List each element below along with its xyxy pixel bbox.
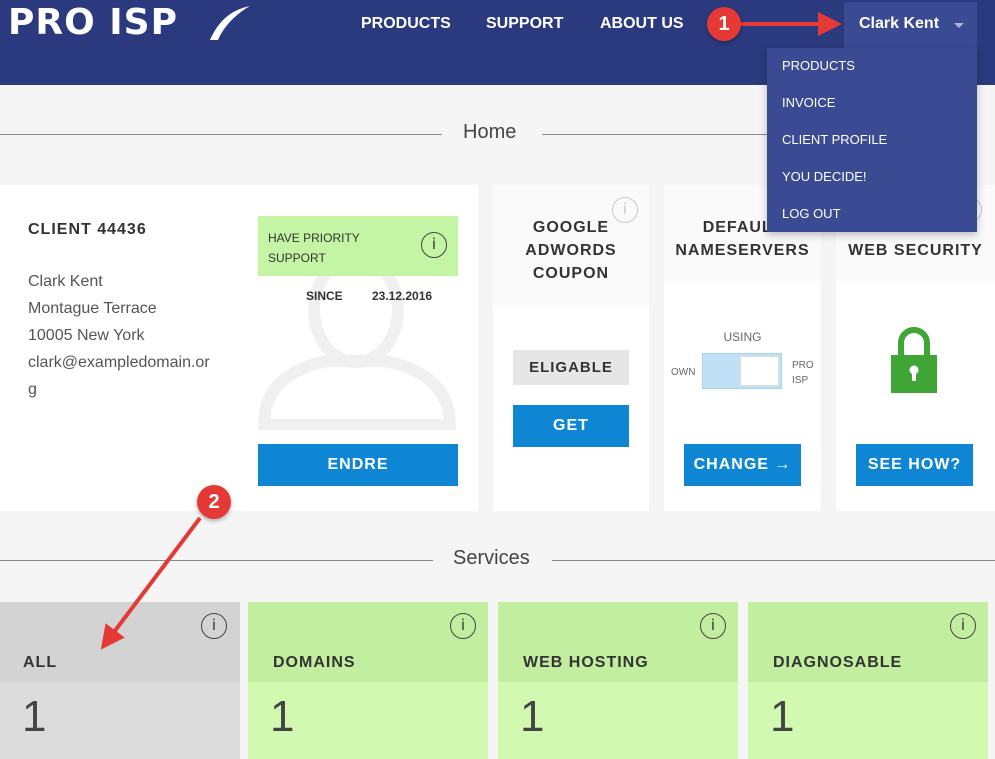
change-nameservers-button[interactable]: CHANGE → [684,444,801,486]
padlock-icon [891,327,937,393]
divider [0,560,433,561]
tile-label: DIAGNOSABLE [773,654,903,671]
client-card: CLIENT 44436 Clark Kent Montague Terrace… [0,185,478,511]
menu-item-client-profile[interactable]: CLIENT PROFILE [782,132,887,147]
annotation-badge-1: 1 [707,7,741,41]
section-title-services: Services [453,547,530,569]
since-date: 23.12.2016 [372,289,433,303]
pro-isp-label: PRO ISP [792,360,814,386]
nameservers-card: DEFAULT NAMESERVERS USING OWN PRO ISP CH… [664,185,821,511]
logo-swoosh-icon [210,6,250,40]
tile-count: 1 [520,692,545,741]
own-label: OWN [671,367,696,378]
service-tile-domains[interactable]: i DOMAINS 1 [248,602,488,759]
logo[interactable]: PRO ISP [8,2,178,43]
menu-item-products[interactable]: PRODUCTS [782,58,855,73]
eligible-status: ELIGABLE [513,350,629,385]
tile-count: 1 [770,692,795,741]
divider [0,134,442,135]
service-tile-web-hosting[interactable]: i WEB HOSTING 1 [498,602,738,759]
web-security-card: i IMPROVE WEB SECURITY SEE HOW? [836,185,995,511]
divider [552,560,995,561]
service-tile-diagnosable[interactable]: i DIAGNOSABLE 1 [748,602,988,759]
user-dropdown-menu: PRODUCTS INVOICE CLIENT PROFILE YOU DECI… [767,48,977,232]
priority-label-line1: HAVE PRIORITY [268,231,360,245]
user-menu-button[interactable]: Clark Kent [844,2,977,48]
using-label: USING [723,330,762,344]
client-name: Clark Kent [28,273,103,290]
client-email: clark@exampledomain.or [28,354,210,371]
client-street: Montague Terrace [28,300,157,317]
menu-item-log-out[interactable]: LOG OUT [782,206,841,221]
tile-count: 1 [22,692,47,741]
adwords-card: i GOOGLE ADWORDS COUPON ELIGABLE GET [493,185,649,511]
tile-label: WEB HOSTING [523,654,649,671]
edit-client-button[interactable]: ENDRE [258,444,458,486]
nameserver-toggle[interactable] [702,353,782,389]
priority-label-line2: SUPPORT [268,251,326,265]
toggle-knob[interactable] [740,356,779,386]
info-icon[interactable]: i [421,232,447,258]
annotation-badge-2: 2 [197,485,231,519]
nav-support[interactable]: SUPPORT [486,15,563,33]
since-label: SINCE [306,289,343,303]
info-icon[interactable]: i [201,613,227,639]
user-name: Clark Kent [859,15,940,32]
client-city: 10005 New York [28,327,145,344]
info-icon[interactable]: i [950,613,976,639]
nav-products[interactable]: PRODUCTS [361,15,451,33]
divider [542,134,772,135]
tile-label: ALL [23,654,58,671]
tile-count: 1 [270,692,295,741]
section-title-home: Home [463,121,517,143]
client-email-cont: g [28,381,37,398]
client-heading: CLIENT 44436 [28,221,147,238]
service-tile-all[interactable]: i ALL 1 [0,602,240,759]
adwords-heading: GOOGLE ADWORDS COUPON [525,219,617,282]
nav-about-us[interactable]: ABOUT US [600,15,684,33]
info-icon[interactable]: i [700,613,726,639]
get-coupon-button[interactable]: GET [513,405,629,447]
tile-label: DOMAINS [273,654,356,671]
caret-down-icon [954,23,964,28]
menu-item-you-decide[interactable]: YOU DECIDE! [782,169,867,184]
info-icon[interactable]: i [450,613,476,639]
priority-support-badge: HAVE PRIORITY SUPPORT i [258,216,458,276]
see-how-button[interactable]: SEE HOW? [856,444,973,486]
menu-item-invoice[interactable]: INVOICE [782,95,835,110]
